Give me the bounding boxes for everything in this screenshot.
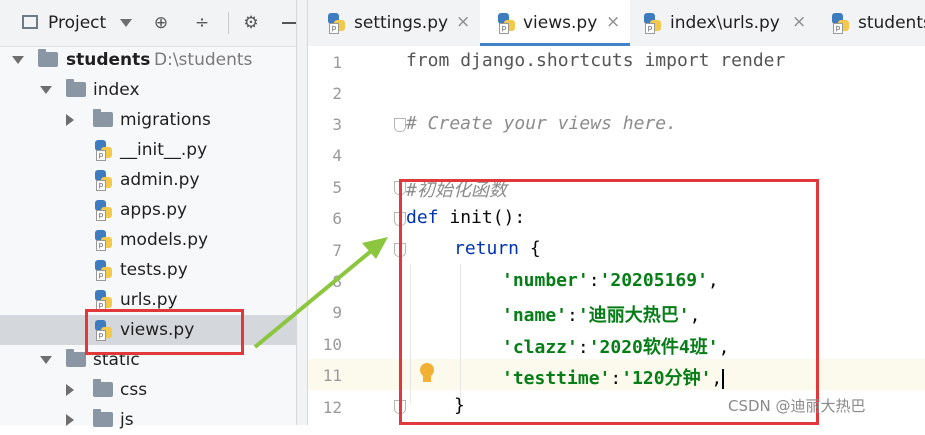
annotation-arrow [253,237,388,349]
watermark: CSDN @迪丽大热巴 [728,397,866,415]
